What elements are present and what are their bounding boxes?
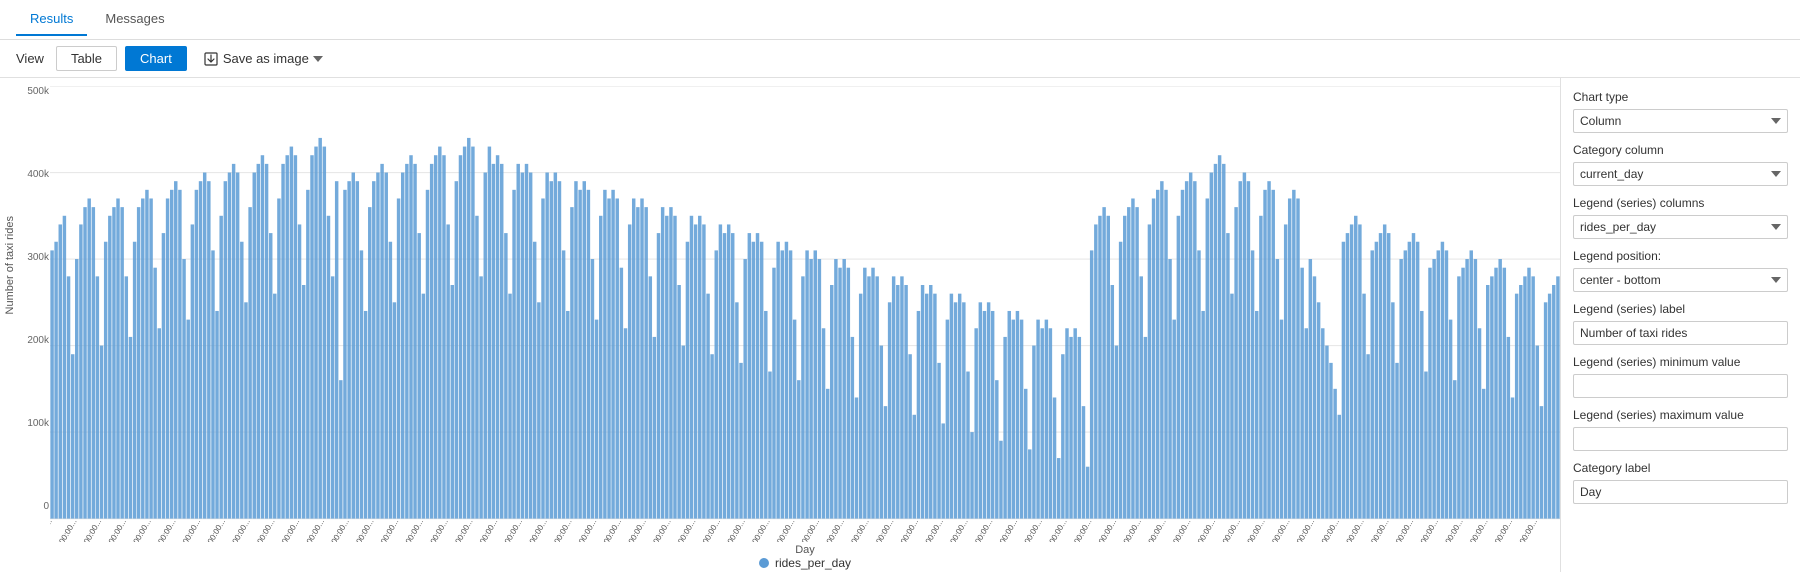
- legend-columns-select[interactable]: rides_per_day: [1573, 215, 1788, 239]
- chart-type-select[interactable]: Column Bar Line Area Scatter Pie: [1573, 109, 1788, 133]
- right-panel: Chart type Column Bar Line Area Scatter …: [1560, 78, 1800, 572]
- x-axis-label: Day: [50, 544, 1560, 556]
- y-tick-400k: 400k: [27, 169, 49, 180]
- category-column-group: Category column current_day: [1573, 143, 1788, 186]
- y-tick-0: 0: [43, 501, 49, 512]
- category-column-select[interactable]: current_day: [1573, 162, 1788, 186]
- legend-label: rides_per_day: [775, 556, 851, 570]
- bar-chart: 2016-01-01T00:00...2016-01-07T00:00...20…: [50, 86, 1560, 542]
- category-column-label: Category column: [1573, 143, 1788, 157]
- category-label-label: Category label: [1573, 461, 1788, 475]
- legend-series-label-input[interactable]: [1573, 321, 1788, 345]
- toolbar: View Table Chart Save as image: [0, 40, 1800, 78]
- legend-position-label: Legend position:: [1573, 249, 1788, 263]
- save-as-image-button[interactable]: Save as image: [203, 51, 323, 67]
- legend-columns-group: Legend (series) columns rides_per_day: [1573, 196, 1788, 239]
- top-tabs: Results Messages: [0, 0, 1800, 40]
- view-label: View: [16, 51, 44, 66]
- legend-columns-label: Legend (series) columns: [1573, 196, 1788, 210]
- y-labels: 500k 400k 300k 200k 100k 0: [14, 86, 49, 512]
- save-label: Save as image: [223, 51, 309, 66]
- legend-series-label-group: Legend (series) label: [1573, 302, 1788, 345]
- table-button[interactable]: Table: [56, 46, 117, 71]
- category-label-group: Category label: [1573, 461, 1788, 504]
- y-tick-200k: 200k: [27, 335, 49, 346]
- chevron-down-icon: [313, 56, 323, 62]
- save-icon: [203, 51, 219, 67]
- legend-min-label: Legend (series) minimum value: [1573, 355, 1788, 369]
- svg-text:2016-01-07T00:00...: 2016-01-07T00:00...: [50, 517, 79, 542]
- legend-dot: [759, 558, 769, 568]
- chart-type-group: Chart type Column Bar Line Area Scatter …: [1573, 90, 1788, 133]
- legend-min-input[interactable]: [1573, 374, 1788, 398]
- legend-area: rides_per_day: [50, 556, 1560, 570]
- legend-position-select[interactable]: center - bottom center - top left right: [1573, 268, 1788, 292]
- tab-results[interactable]: Results: [16, 3, 87, 36]
- legend-position-group: Legend position: center - bottom center …: [1573, 249, 1788, 292]
- category-label-input[interactable]: [1573, 480, 1788, 504]
- main-area: Number of taxi rides 500k 400k 300k 200k…: [0, 78, 1800, 572]
- y-tick-100k: 100k: [27, 418, 49, 429]
- chart-type-label: Chart type: [1573, 90, 1788, 104]
- chart-area: Number of taxi rides 500k 400k 300k 200k…: [0, 78, 1560, 572]
- legend-max-label: Legend (series) maximum value: [1573, 408, 1788, 422]
- legend-min-group: Legend (series) minimum value: [1573, 355, 1788, 398]
- legend-max-group: Legend (series) maximum value: [1573, 408, 1788, 451]
- legend-max-input[interactable]: [1573, 427, 1788, 451]
- svg-text:2016-01-01T00:00...: 2016-01-01T00:00...: [50, 517, 54, 542]
- legend-series-label-label: Legend (series) label: [1573, 302, 1788, 316]
- y-tick-500k: 500k: [27, 86, 49, 97]
- chart-button[interactable]: Chart: [125, 46, 187, 71]
- tab-messages[interactable]: Messages: [91, 3, 178, 36]
- y-tick-300k: 300k: [27, 252, 49, 263]
